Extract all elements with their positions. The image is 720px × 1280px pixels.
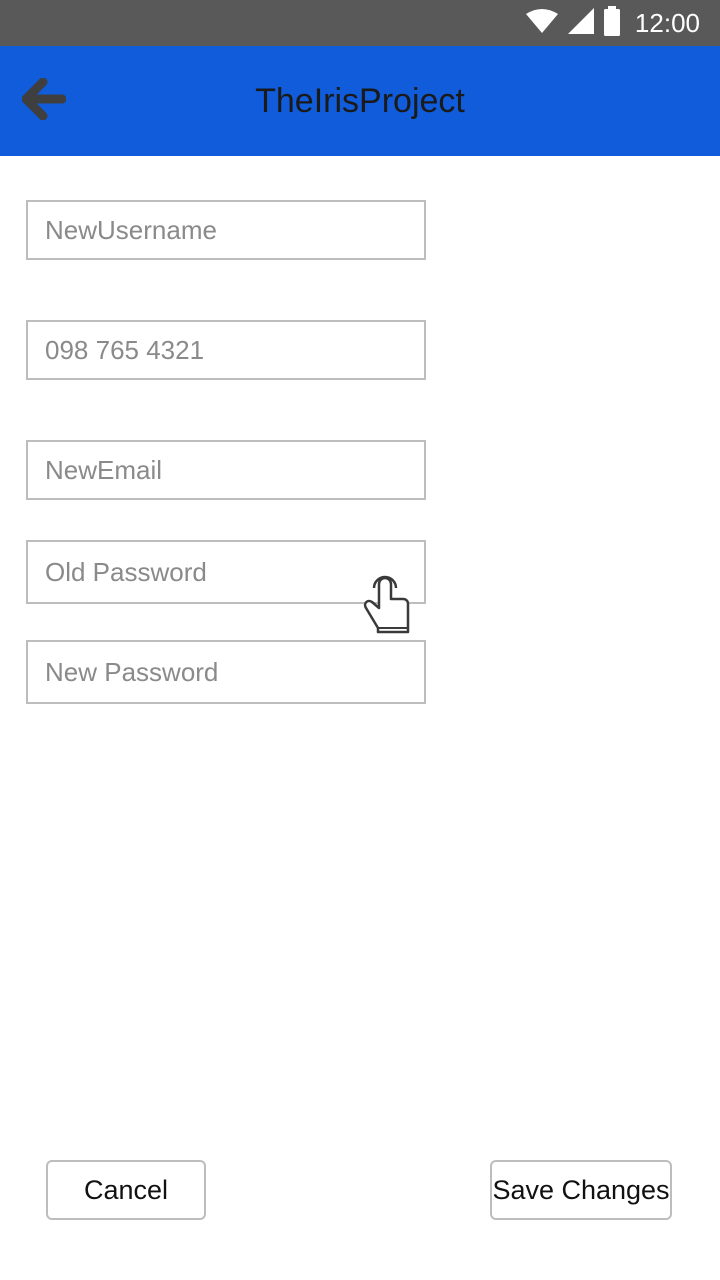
- battery-icon: [603, 5, 621, 41]
- phone-field[interactable]: [26, 320, 426, 380]
- save-changes-button[interactable]: Save Changes: [490, 1160, 672, 1220]
- status-time: 12:00: [634, 7, 700, 38]
- email-field[interactable]: [26, 440, 426, 500]
- new-password-field[interactable]: [26, 640, 426, 704]
- wifi-icon: [525, 8, 559, 39]
- cellular-signal-icon: [567, 7, 595, 40]
- status-icons: 12:00: [525, 0, 700, 46]
- arrow-left-icon: [21, 77, 67, 125]
- username-field[interactable]: [26, 200, 426, 260]
- tap-gesture-icon: [358, 562, 416, 638]
- back-button[interactable]: [18, 77, 70, 125]
- cancel-button[interactable]: Cancel: [46, 1160, 206, 1220]
- app-bar: TheIrisProject: [0, 46, 720, 156]
- page-title: TheIrisProject: [255, 82, 465, 120]
- status-bar: 12:00: [0, 0, 720, 46]
